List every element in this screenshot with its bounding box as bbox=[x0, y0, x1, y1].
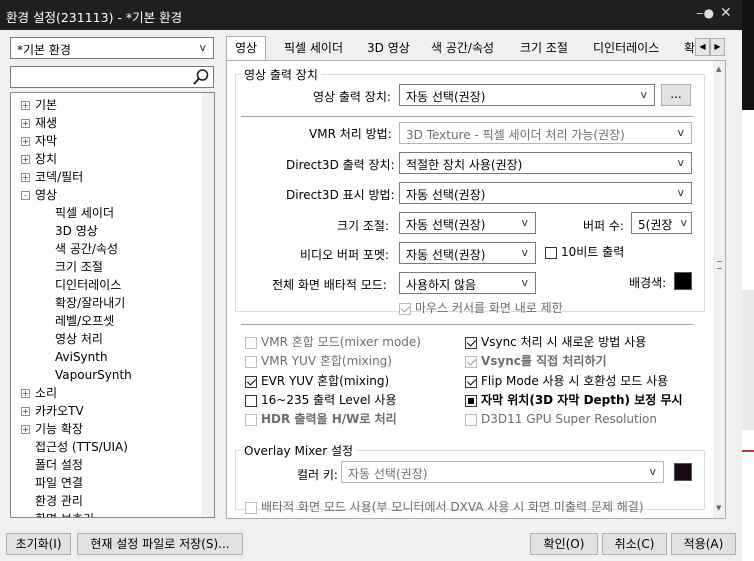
tab-3d-video[interactable]: 3D 영상 bbox=[367, 38, 410, 60]
reset-button[interactable]: 초기화(I) bbox=[6, 533, 71, 555]
collapse-icon[interactable]: - bbox=[21, 191, 30, 200]
tree-item-pixel-shader[interactable]: 픽셀 세이더 bbox=[55, 204, 114, 222]
cancel-button[interactable]: 취소(C) bbox=[602, 533, 667, 555]
tree-item-playback[interactable]: + 재생 bbox=[21, 114, 57, 132]
video-buffer-format-select[interactable]: 자동 선택(권장) v bbox=[399, 242, 536, 264]
output-device-select[interactable]: 자동 선택(권장) v bbox=[399, 84, 655, 106]
tree-item-video-processing[interactable]: 영상 처리 bbox=[55, 330, 103, 348]
chevron-down-icon: v bbox=[521, 276, 528, 289]
buffer-count-select[interactable]: 5(권장 v bbox=[631, 212, 692, 234]
chevron-down-icon: v bbox=[521, 216, 528, 229]
tree-item-sound[interactable]: + 소리 bbox=[21, 384, 57, 402]
pin-icon[interactable]: ‒● bbox=[696, 6, 714, 20]
tree-item-folders[interactable]: 폴더 설정 bbox=[35, 456, 83, 474]
vmr-method-label: VMR 처리 방법: bbox=[309, 127, 392, 141]
tab-expand[interactable]: 확 bbox=[684, 38, 694, 60]
expand-icon[interactable]: + bbox=[21, 101, 30, 110]
settings-panel: 영상 출력 장치 영상 출력 장치: 자동 선택(권장) v ... VMR 처리… bbox=[226, 60, 726, 519]
resize-select[interactable]: 자동 선택(권장) v bbox=[399, 212, 536, 234]
tree-item-screensaver[interactable]: 화면 보호기 bbox=[35, 510, 94, 517]
chevron-down-icon: v bbox=[677, 156, 684, 169]
tree-item-accessibility[interactable]: 접근성 (TTS/UIA) bbox=[35, 438, 128, 456]
resize-label: 크기 조절: bbox=[337, 219, 390, 233]
tree-item-level-offset[interactable]: 레벨/오프셋 bbox=[55, 312, 114, 330]
color-key-swatch[interactable] bbox=[674, 463, 692, 481]
expand-icon[interactable]: + bbox=[21, 173, 30, 182]
fullscreen-exclusive-label: 전체 화면 배타적 모드: bbox=[272, 278, 387, 292]
profile-select-value: *기본 환경 bbox=[17, 43, 71, 57]
search-input[interactable] bbox=[10, 66, 214, 88]
output-device-label: 영상 출력 장치: bbox=[313, 90, 391, 104]
chevron-down-icon: v bbox=[521, 246, 528, 259]
tab-scroll-left-icon[interactable]: ◀ bbox=[695, 38, 710, 56]
tab-color-space[interactable]: 색 공간/속성 bbox=[431, 38, 494, 60]
tree-item-vapoursynth[interactable]: VapourSynth bbox=[55, 366, 132, 384]
tree-item-resize[interactable]: 크기 조절 bbox=[55, 258, 103, 276]
tab-scroll-right-icon[interactable]: ▶ bbox=[710, 38, 725, 56]
vmr-method-select[interactable]: 3D Texture - 픽셀 세이더 처리 가능(권장) v bbox=[399, 122, 692, 144]
tree-item-video[interactable]: - 영상 bbox=[21, 186, 57, 204]
chevron-down-icon: v bbox=[640, 88, 647, 101]
tree-item-color-space[interactable]: 색 공간/속성 bbox=[55, 240, 118, 258]
chevron-down-icon: v bbox=[677, 186, 684, 199]
buffer-count-label: 버퍼 수: bbox=[583, 219, 624, 233]
expand-icon[interactable]: + bbox=[21, 119, 30, 128]
window-title: 환경 설정(231113) - *기본 환경 bbox=[6, 10, 183, 25]
chevron-down-icon: v bbox=[677, 126, 684, 139]
color-key-select[interactable]: 자동 선택(권장) v bbox=[341, 461, 664, 483]
tree-item-codec[interactable]: + 코덱/필터 bbox=[21, 168, 83, 186]
tab-deinterlace[interactable]: 디인터레이스 bbox=[593, 38, 659, 60]
close-icon[interactable]: ✕ bbox=[720, 5, 732, 21]
browse-button[interactable]: ... bbox=[661, 84, 691, 106]
background-window bbox=[742, 0, 754, 561]
tab-bar: 영상 픽셀 세이더 3D 영상 색 공간/속성 크기 조절 디인터레이스 확 bbox=[226, 36, 694, 61]
color-key-label: 컬러 키: bbox=[297, 468, 338, 482]
chevron-down-icon: v bbox=[680, 216, 687, 229]
title-bar: 환경 설정(231113) - *기본 환경 ‒● ✕ bbox=[0, 0, 742, 30]
d3d-display-label: Direct3D 표시 방법: bbox=[286, 188, 395, 202]
chevron-down-icon: v bbox=[649, 465, 656, 478]
tree-item-basic[interactable]: + 기본 bbox=[21, 96, 57, 114]
tree-item-avisynth[interactable]: AviSynth bbox=[55, 348, 108, 366]
scroll-up-icon[interactable]: ▲ bbox=[716, 65, 721, 73]
save-current-button[interactable]: 현재 설정 파일로 저장(S)... bbox=[77, 533, 243, 555]
tree-item-3d-video[interactable]: 3D 영상 bbox=[55, 222, 98, 240]
scrollbar-grip[interactable] bbox=[717, 261, 722, 269]
bg-color-swatch[interactable] bbox=[674, 272, 692, 290]
tree-item-env-manage[interactable]: 환경 관리 bbox=[35, 492, 83, 510]
tab-pixel-shader[interactable]: 픽셀 세이더 bbox=[284, 38, 343, 60]
tree-item-extensions[interactable]: + 기능 확장 bbox=[21, 420, 83, 438]
ok-button[interactable]: 확인(O) bbox=[530, 533, 598, 555]
tree-item-kakaotv[interactable]: + 카카오TV bbox=[21, 402, 84, 420]
tree-item-expand-crop[interactable]: 확장/잘라내기 bbox=[55, 294, 125, 312]
tab-resize[interactable]: 크기 조절 bbox=[520, 38, 568, 60]
tree-item-deinterlace[interactable]: 디인터레이스 bbox=[55, 276, 121, 294]
search-icon[interactable] bbox=[191, 67, 211, 87]
d3d-output-label: Direct3D 출력 장치: bbox=[286, 158, 395, 172]
tree-item-subtitle[interactable]: + 자막 bbox=[21, 132, 57, 150]
bg-color-label: 배경색: bbox=[629, 276, 667, 290]
apply-button[interactable]: 적용(A) bbox=[671, 533, 736, 555]
chevron-down-icon: v bbox=[199, 41, 206, 54]
settings-tree[interactable]: + 기본 + 재생 + 자막 + 장치 + 코덱/필터 - 영상 픽셀 세이더 3D 영상 … bbox=[10, 92, 215, 518]
video-buffer-format-label: 비디오 버퍼 포멧: bbox=[300, 248, 389, 262]
tree-item-device[interactable]: + 장치 bbox=[21, 150, 57, 168]
expand-icon[interactable]: + bbox=[21, 389, 30, 398]
panel-vertical-scrollbar[interactable]: ▲ ▼ bbox=[713, 61, 725, 518]
expand-icon[interactable]: + bbox=[21, 425, 30, 434]
overlay-mixer-title: Overlay Mixer 설정 bbox=[241, 442, 357, 459]
expand-icon[interactable]: + bbox=[21, 407, 30, 416]
tab-video[interactable]: 영상 bbox=[226, 36, 267, 61]
tree-item-file-assoc[interactable]: 파일 연결 bbox=[35, 474, 83, 492]
expand-icon[interactable]: + bbox=[21, 155, 30, 164]
tree-scrollbar[interactable] bbox=[201, 93, 214, 517]
d3d-display-select[interactable]: 자동 선택(권장) v bbox=[399, 182, 692, 204]
profile-select[interactable]: *기본 환경 v bbox=[10, 37, 214, 59]
d3d-output-select[interactable]: 적절한 장치 사용(권장) v bbox=[399, 152, 692, 174]
scroll-down-icon[interactable]: ▼ bbox=[716, 504, 721, 512]
fullscreen-exclusive-select[interactable]: 사용하지 않음 v bbox=[399, 272, 536, 294]
expand-icon[interactable]: + bbox=[21, 137, 30, 146]
video-output-title: 영상 출력 장치 bbox=[241, 66, 321, 83]
